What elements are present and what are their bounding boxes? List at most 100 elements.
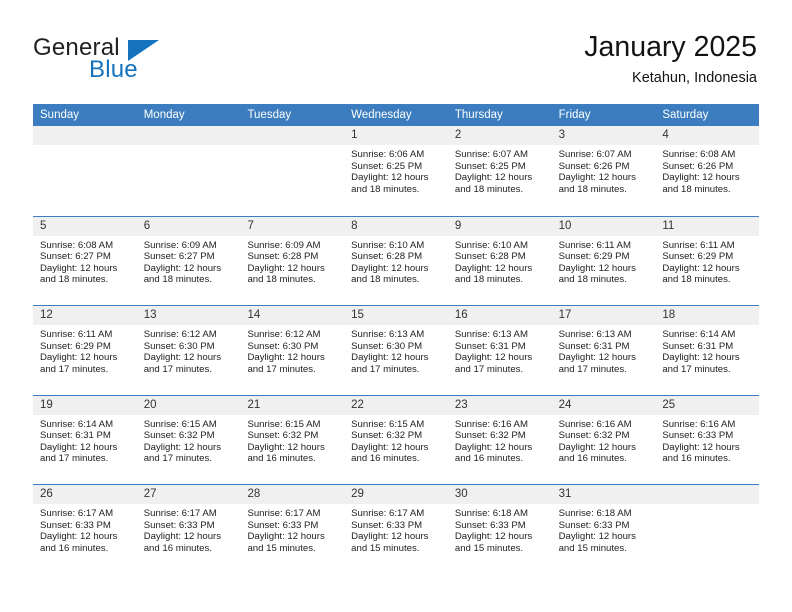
day-cell[interactable]: 23 Sunrise: 6:16 AM Sunset: 6:32 PM Dayl… — [447, 395, 552, 484]
daylight-text-line2: and 17 minutes. — [558, 363, 627, 375]
day-cell[interactable]: 20 Sunrise: 6:15 AM Sunset: 6:32 PM Dayl… — [136, 395, 241, 484]
sunrise-text: Sunrise: 6:13 AM — [351, 329, 425, 340]
day-cell[interactable]: 5 Sunrise: 6:08 AM Sunset: 6:27 PM Dayli… — [33, 216, 137, 305]
sunset-text: Sunset: 6:32 PM — [143, 430, 215, 442]
sunset-text: Sunset: 6:28 PM — [247, 251, 319, 263]
day-cell[interactable]: 13 Sunrise: 6:12 AM Sunset: 6:30 PM Dayl… — [136, 306, 241, 395]
day-cell[interactable]: 21 Sunrise: 6:15 AM Sunset: 6:32 PM Dayl… — [240, 395, 345, 484]
day-cell[interactable]: 19 Sunrise: 6:14 AM Sunset: 6:31 PM Dayl… — [33, 395, 137, 484]
sunset-text: Sunset: 6:31 PM — [662, 340, 734, 352]
daylight-text-line2: and 18 minutes. — [558, 274, 627, 286]
day-cell[interactable]: 7 Sunrise: 6:09 AM Sunset: 6:28 PM Dayli… — [240, 216, 345, 305]
day-cell[interactable]: 3 Sunrise: 6:07 AM Sunset: 6:26 PM Dayli… — [551, 126, 656, 216]
day-cell[interactable]: 28 Sunrise: 6:17 AM Sunset: 6:33 PM Dayl… — [240, 485, 345, 574]
day-details: Sunrise: 6:06 AM Sunset: 6:25 PM Dayligh… — [344, 145, 448, 195]
sunset-text: Sunset: 6:27 PM — [40, 251, 111, 263]
day-cell[interactable]: 1 Sunrise: 6:06 AM Sunset: 6:25 PM Dayli… — [344, 126, 448, 216]
calendar-grid: Sunday Monday Tuesday Wednesday Thursday… — [33, 104, 760, 574]
day-cell[interactable]: 15 Sunrise: 6:13 AM Sunset: 6:30 PM Dayl… — [344, 306, 448, 395]
day-number-band: 12 — [33, 306, 137, 325]
daylight-text-line1: Daylight: 12 hours — [558, 172, 636, 184]
brand-logo[interactable]: General Blue — [33, 34, 213, 86]
day-cell[interactable]: 26 Sunrise: 6:17 AM Sunset: 6:33 PM Dayl… — [33, 485, 137, 574]
day-number-band: 16 — [447, 306, 552, 325]
day-cell[interactable]: 27 Sunrise: 6:17 AM Sunset: 6:33 PM Dayl… — [136, 485, 241, 574]
day-cell[interactable]: 30 Sunrise: 6:18 AM Sunset: 6:33 PM Dayl… — [447, 485, 552, 574]
day-cell[interactable]: 29 Sunrise: 6:17 AM Sunset: 6:33 PM Dayl… — [344, 485, 448, 574]
day-cell[interactable]: 12 Sunrise: 6:11 AM Sunset: 6:29 PM Dayl… — [33, 306, 137, 395]
day-details: Sunrise: 6:12 AM Sunset: 6:30 PM Dayligh… — [137, 325, 241, 375]
day-number: 21 — [247, 398, 261, 411]
day-number-band: 1 — [344, 126, 448, 145]
day-number-band: 15 — [344, 306, 448, 325]
day-cell[interactable]: 9 Sunrise: 6:10 AM Sunset: 6:28 PM Dayli… — [447, 216, 552, 305]
sunset-text: Sunset: 6:27 PM — [143, 251, 215, 263]
sunrise-text: Sunrise: 6:14 AM — [40, 418, 114, 430]
week-row: 19 Sunrise: 6:14 AM Sunset: 6:31 PM Dayl… — [33, 394, 760, 484]
day-details: Sunrise: 6:07 AM Sunset: 6:26 PM Dayligh… — [552, 145, 656, 195]
sunset-text: Sunset: 6:33 PM — [662, 430, 734, 442]
sunrise-text: Sunrise: 6:18 AM — [558, 508, 632, 519]
day-number-band: 10 — [551, 216, 656, 236]
day-cell[interactable]: 22 Sunrise: 6:15 AM Sunset: 6:32 PM Dayl… — [344, 395, 448, 484]
day-number-band: 13 — [136, 306, 241, 325]
day-cell[interactable]: 8 Sunrise: 6:10 AM Sunset: 6:28 PM Dayli… — [344, 216, 448, 305]
daylight-text-line1: Daylight: 12 hours — [351, 352, 429, 364]
day-number-band: 17 — [551, 306, 656, 325]
day-number: 13 — [143, 309, 157, 321]
weekday-tuesday: Tuesday — [247, 109, 292, 121]
calendar-page: General Blue January 2025 Ketahun, Indon… — [0, 0, 792, 612]
sunrise-text: Sunrise: 6:17 AM — [143, 508, 217, 519]
day-cell[interactable]: 2 Sunrise: 6:07 AM Sunset: 6:25 PM Dayli… — [447, 126, 552, 216]
day-cell[interactable]: 18 Sunrise: 6:14 AM Sunset: 6:31 PM Dayl… — [655, 306, 760, 395]
daylight-text-line1: Daylight: 12 hours — [247, 441, 325, 453]
sunrise-text: Sunrise: 6:16 AM — [454, 418, 528, 430]
day-cell[interactable]: 25 Sunrise: 6:16 AM Sunset: 6:33 PM Dayl… — [655, 395, 760, 484]
daylight-text-line1: Daylight: 12 hours — [662, 172, 740, 184]
day-number-band: 9 — [447, 216, 552, 236]
day-number-band: 6 — [136, 216, 241, 236]
daylight-text-line2: and 18 minutes. — [662, 183, 731, 195]
sunrise-text: Sunrise: 6:11 AM — [40, 329, 113, 340]
day-cell[interactable]: 14 Sunrise: 6:12 AM Sunset: 6:30 PM Dayl… — [240, 306, 345, 395]
day-cell[interactable]: 17 Sunrise: 6:13 AM Sunset: 6:31 PM Dayl… — [551, 306, 656, 395]
day-cell[interactable]: 16 Sunrise: 6:13 AM Sunset: 6:31 PM Dayl… — [447, 306, 552, 395]
day-details: Sunrise: 6:14 AM Sunset: 6:31 PM Dayligh… — [655, 325, 759, 375]
day-cell[interactable]: 4 Sunrise: 6:08 AM Sunset: 6:26 PM Dayli… — [655, 126, 760, 216]
sunrise-text: Sunrise: 6:13 AM — [558, 329, 632, 340]
day-details: Sunrise: 6:15 AM Sunset: 6:32 PM Dayligh… — [240, 415, 344, 465]
day-number-band — [136, 126, 241, 145]
day-cell — [655, 485, 760, 574]
sunset-text: Sunset: 6:30 PM — [351, 340, 423, 352]
sunrise-text: Sunrise: 6:17 AM — [351, 508, 425, 519]
sunrise-text: Sunrise: 6:17 AM — [40, 508, 114, 519]
sunset-text: Sunset: 6:26 PM — [662, 160, 734, 172]
day-number: 11 — [662, 219, 675, 232]
daylight-text-line2: and 15 minutes. — [247, 542, 316, 554]
day-number-band: 8 — [344, 216, 448, 236]
sunrise-text: Sunrise: 6:12 AM — [247, 329, 321, 340]
daylight-text-line1: Daylight: 12 hours — [351, 172, 429, 184]
sunset-text: Sunset: 6:33 PM — [143, 519, 215, 531]
brand-name-blue: Blue — [89, 56, 138, 83]
daylight-text-line1: Daylight: 12 hours — [558, 531, 636, 543]
sunrise-text: Sunrise: 6:09 AM — [247, 239, 321, 251]
sunset-text: Sunset: 6:29 PM — [40, 340, 111, 352]
day-cell[interactable]: 11 Sunrise: 6:11 AM Sunset: 6:29 PM Dayl… — [655, 216, 760, 305]
sunset-text: Sunset: 6:30 PM — [143, 340, 215, 352]
sunset-text: Sunset: 6:32 PM — [558, 430, 630, 442]
day-details: Sunrise: 6:10 AM Sunset: 6:28 PM Dayligh… — [344, 236, 448, 286]
daylight-text-line2: and 18 minutes. — [143, 274, 212, 286]
day-cell[interactable]: 6 Sunrise: 6:09 AM Sunset: 6:27 PM Dayli… — [136, 216, 241, 305]
day-cell[interactable]: 10 Sunrise: 6:11 AM Sunset: 6:29 PM Dayl… — [551, 216, 656, 305]
day-cell[interactable]: 24 Sunrise: 6:16 AM Sunset: 6:32 PM Dayl… — [551, 395, 656, 484]
daylight-text-line1: Daylight: 12 hours — [662, 441, 740, 453]
day-cell[interactable]: 31 Sunrise: 6:18 AM Sunset: 6:33 PM Dayl… — [551, 485, 656, 574]
day-number: 4 — [662, 129, 669, 141]
sunset-text: Sunset: 6:33 PM — [247, 519, 319, 531]
sunset-text: Sunset: 6:32 PM — [351, 430, 423, 442]
day-details: Sunrise: 6:17 AM Sunset: 6:33 PM Dayligh… — [344, 504, 448, 554]
daylight-text-line2: and 16 minutes. — [247, 453, 316, 465]
sunset-text: Sunset: 6:29 PM — [662, 251, 734, 263]
day-number: 29 — [351, 488, 364, 500]
